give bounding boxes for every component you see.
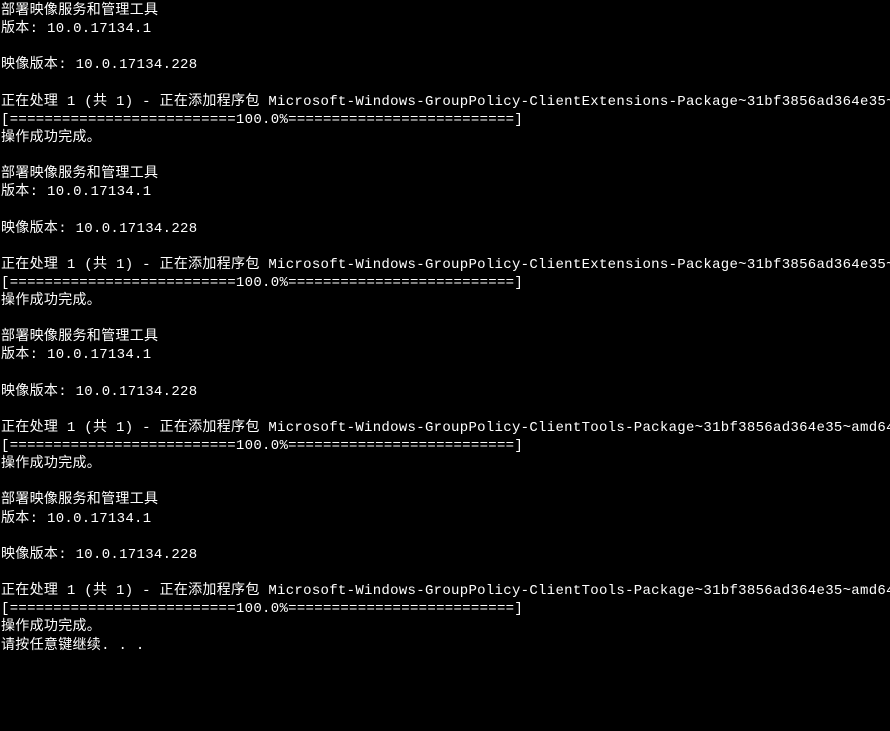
image-version: 映像版本: 10.0.17134.228 [1,383,890,401]
image-version: 映像版本: 10.0.17134.228 [1,546,890,564]
console-output: 部署映像服务和管理工具 版本: 10.0.17134.1 映像版本: 10.0.… [1,2,890,655]
dism-version: 版本: 10.0.17134.1 [1,183,890,201]
operation-success: 操作成功完成。 [1,292,890,310]
press-any-key-prompt[interactable]: 请按任意键继续. . . [1,637,890,655]
dism-header: 部署映像服务和管理工具 [1,2,890,20]
dism-header: 部署映像服务和管理工具 [1,328,890,346]
image-version: 映像版本: 10.0.17134.228 [1,56,890,74]
processing-package: 正在处理 1 (共 1) - 正在添加程序包 Microsoft-Windows… [1,419,890,437]
dism-version: 版本: 10.0.17134.1 [1,346,890,364]
image-version: 映像版本: 10.0.17134.228 [1,220,890,238]
progress-bar: [==========================100.0%=======… [1,274,890,292]
processing-package: 正在处理 1 (共 1) - 正在添加程序包 Microsoft-Windows… [1,93,890,111]
operation-success: 操作成功完成。 [1,455,890,473]
dism-header: 部署映像服务和管理工具 [1,491,890,509]
operation-success: 操作成功完成。 [1,129,890,147]
dism-version: 版本: 10.0.17134.1 [1,20,890,38]
dism-header: 部署映像服务和管理工具 [1,165,890,183]
dism-version: 版本: 10.0.17134.1 [1,510,890,528]
progress-bar: [==========================100.0%=======… [1,600,890,618]
progress-bar: [==========================100.0%=======… [1,111,890,129]
operation-success: 操作成功完成。 [1,618,890,636]
progress-bar: [==========================100.0%=======… [1,437,890,455]
processing-package: 正在处理 1 (共 1) - 正在添加程序包 Microsoft-Windows… [1,582,890,600]
processing-package: 正在处理 1 (共 1) - 正在添加程序包 Microsoft-Windows… [1,256,890,274]
